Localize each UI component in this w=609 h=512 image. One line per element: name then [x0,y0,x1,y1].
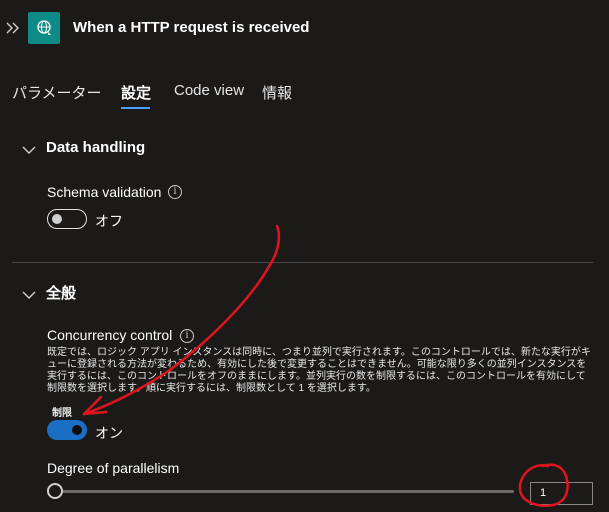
panel-title: When a HTTP request is received [73,19,310,36]
schema-validation-label: Schema validation [47,184,162,200]
tab-code-view[interactable]: Code view [174,82,244,99]
general-header[interactable]: 全般 [46,282,76,303]
double-chevron-right-icon [6,22,19,34]
chevron-down-icon [22,291,36,299]
tab-info[interactable]: 情報 [262,82,292,103]
parallelism-slider-thumb[interactable] [47,483,63,499]
schema-validation-state: オフ [95,213,123,229]
info-icon[interactable]: i [180,329,194,343]
limit-label: 制限 [52,408,72,419]
annotation-overlay [82,224,569,507]
data-handling-collapse-button[interactable] [22,142,36,160]
concurrency-limit-state: オン [95,425,123,441]
parallelism-slider-track[interactable] [55,490,514,493]
tab-parameters[interactable]: パラメーター [12,82,102,103]
concurrency-limit-toggle[interactable] [47,420,87,440]
toggle-knob [72,425,82,435]
parallelism-value-input[interactable]: 1 [530,482,593,505]
http-request-globe-icon [37,20,51,35]
degree-of-parallelism-label: Degree of parallelism [47,460,180,476]
info-icon[interactable]: i [168,185,182,199]
expand-panel-button[interactable] [4,18,22,38]
tab-settings[interactable]: 設定 [121,82,151,103]
toggle-knob [52,214,62,224]
annotation-arrowhead [82,395,108,416]
concurrency-description: 既定では、ロジック アプリ インスタンスは同時に、つまり並列で実行されます。この… [47,347,591,394]
active-tab-indicator [121,107,150,109]
schema-validation-toggle[interactable] [47,209,87,229]
general-collapse-button[interactable] [22,287,36,305]
section-divider [12,262,593,263]
data-handling-header[interactable]: Data handling [46,139,145,156]
chevron-down-icon [22,146,36,154]
trigger-icon [28,12,60,44]
concurrency-control-label: Concurrency control [47,327,173,343]
